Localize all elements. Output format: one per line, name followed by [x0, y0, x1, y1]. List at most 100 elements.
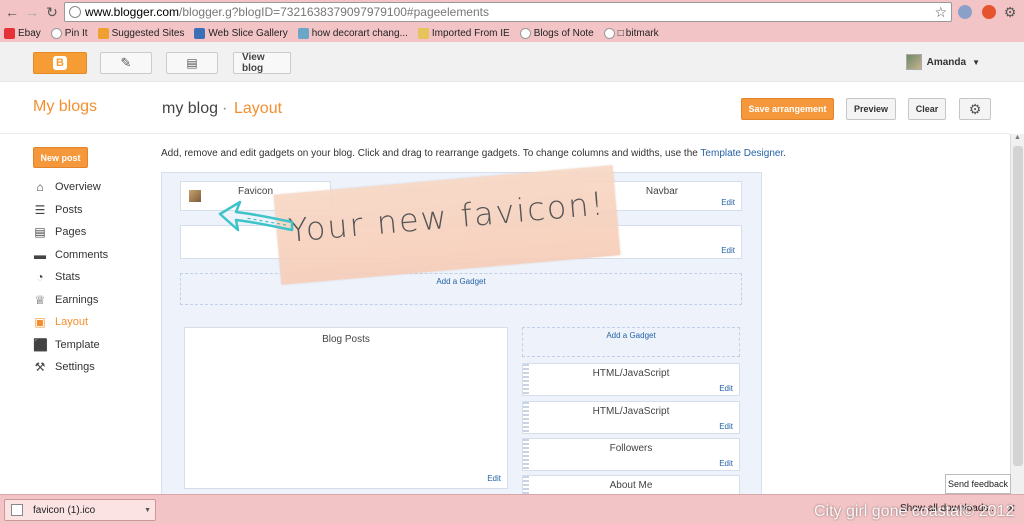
sidebar-item-posts[interactable]: ☰ Posts	[33, 199, 108, 222]
bookmark-bitmark[interactable]: □ bitmark	[603, 27, 659, 39]
bookmark-label: Imported From IE	[431, 27, 510, 39]
my-blogs-link[interactable]: My blogs	[33, 98, 97, 116]
sidebar-item-pages[interactable]: ▤ Pages	[33, 221, 108, 244]
view-blog-button[interactable]: View blog	[233, 52, 291, 74]
edit-link[interactable]: Edit	[721, 198, 735, 207]
sidebar-item-label: Posts	[55, 203, 83, 216]
url-path: /blogger.g?blogID=7321638379097979100#pa…	[179, 5, 489, 19]
bookmark-decorart[interactable]: how decorart chang...	[297, 27, 408, 39]
wrench-icon: ⚒	[34, 360, 46, 375]
edit-link[interactable]: Edit	[719, 422, 733, 431]
add-gadget-link[interactable]: Add a Gadget	[180, 273, 742, 305]
layout-instructions: Add, remove and edit gadgets on your blo…	[161, 148, 786, 159]
stumbleupon-icon[interactable]	[982, 5, 996, 19]
posts-list-button[interactable]: ▤	[166, 52, 218, 74]
posts-icon: ☰	[34, 202, 46, 217]
bookmark-label: Blogs of Note	[533, 27, 594, 39]
address-bar[interactable]: www.blogger.com/blogger.g?blogID=7321638…	[64, 2, 952, 22]
page-header: My blogs my blog · Layout Save arrangeme…	[0, 82, 1010, 134]
send-feedback-button[interactable]: Send feedback	[945, 474, 1011, 494]
gadget-title: HTML/JavaScript	[592, 406, 670, 417]
extension-icon[interactable]	[958, 5, 972, 19]
sidebar-item-earnings[interactable]: ♕ Earnings	[33, 289, 108, 312]
blog-name[interactable]: my blog	[162, 100, 218, 118]
clear-button[interactable]: Clear	[908, 98, 946, 120]
sidebar-item-label: Comments	[55, 248, 109, 261]
pencil-icon: ✎	[120, 55, 132, 70]
bookmark-star-icon[interactable]: ☆	[934, 3, 947, 21]
scroll-up-icon[interactable]: ▲	[1014, 134, 1021, 141]
html-javascript-gadget[interactable]: HTML/JavaScript Edit	[522, 363, 740, 396]
folder-icon	[417, 27, 429, 39]
page-title: Layout	[234, 100, 283, 117]
title-separator: ·	[222, 100, 228, 117]
file-icon	[11, 504, 23, 516]
edit-link[interactable]: Edit	[487, 474, 501, 483]
scrollbar-thumb[interactable]	[1013, 146, 1023, 466]
bookmark-web-slice[interactable]: Web Slice Gallery	[194, 27, 288, 39]
sidebar-item-label: Earnings	[55, 293, 99, 306]
bookmark-ebay[interactable]: Ebay	[4, 27, 41, 39]
pages-icon: ▤	[34, 225, 46, 240]
view-blog-label: View blog	[242, 52, 265, 74]
sidebar-item-layout[interactable]: ▣ Layout	[33, 311, 108, 334]
download-filename: favicon (1).ico	[33, 504, 96, 516]
comments-icon: ▬	[34, 247, 46, 262]
bookmark-blogs-of-note[interactable]: Blogs of Note	[519, 27, 594, 39]
suggested-icon	[97, 27, 109, 39]
sidebar-item-label: Layout	[55, 316, 89, 329]
reload-icon[interactable]: ↻	[44, 4, 60, 20]
followers-gadget[interactable]: Followers Edit	[522, 438, 740, 471]
edit-link[interactable]: Edit	[719, 459, 733, 468]
watermark: City girl gone coastal© 2012	[814, 503, 1015, 520]
bookmark-imported[interactable]: Imported From IE	[417, 27, 510, 39]
sidebar-item-settings[interactable]: ⚒ Settings	[33, 356, 108, 379]
new-post-pencil-button[interactable]: ✎	[100, 52, 152, 74]
sidebar-item-overview[interactable]: ⌂ Overview	[33, 176, 108, 199]
blogger-home-button[interactable]: B	[33, 52, 87, 74]
preview-button[interactable]: Preview	[846, 98, 896, 120]
arrow-icon	[218, 200, 294, 232]
user-menu[interactable]: Amanda ▼	[905, 54, 980, 70]
intro-end: .	[783, 148, 787, 159]
chevron-down-icon: ▼	[972, 57, 980, 67]
download-item[interactable]: favicon (1).ico ▼	[4, 499, 156, 521]
gadget-title: Blog Posts	[322, 334, 370, 345]
save-arrangement-button[interactable]: Save arrangement	[741, 98, 834, 120]
blogger-logo-icon: B	[53, 56, 67, 70]
forward-arrow-icon[interactable]: →	[24, 4, 40, 20]
bookmark-pin-it[interactable]: Pin It	[50, 27, 88, 39]
sidebar-item-stats[interactable]: ◔ Stats	[33, 266, 108, 289]
back-arrow-icon[interactable]: ←	[4, 4, 20, 20]
layout-icon: ▣	[34, 315, 46, 330]
new-post-button[interactable]: New post	[33, 147, 88, 168]
add-gadget-link[interactable]: Add a Gadget	[522, 327, 740, 357]
page-scrollbar[interactable]: ▲	[1010, 134, 1024, 494]
url-host: www.blogger.com	[85, 5, 180, 19]
sidebar-item-label: Template	[55, 338, 100, 351]
edit-link[interactable]: Edit	[719, 384, 733, 393]
pin-icon	[50, 27, 62, 39]
sidebar-item-label: Stats	[55, 271, 81, 284]
webslice-icon	[194, 27, 206, 39]
bookmark-label: how decorart chang...	[311, 27, 408, 39]
gadget-title: HTML/JavaScript	[592, 368, 670, 379]
template-icon: ⬛	[33, 337, 48, 352]
edit-link[interactable]: Edit	[721, 246, 735, 255]
home-icon: ⌂	[36, 180, 44, 195]
chevron-down-icon[interactable]: ▼	[144, 507, 151, 514]
sidebar-item-label: Settings	[55, 361, 95, 374]
ebay-icon	[4, 27, 15, 39]
sidebar-item-template[interactable]: ⬛ Template	[33, 334, 108, 357]
sidebar-nav: ⌂ Overview ☰ Posts ▤ Pages ▬ Comments ◔ Stats…	[33, 176, 108, 379]
gear-icon: ⚙	[968, 100, 982, 117]
blog-posts-gadget[interactable]: Blog Posts Edit	[184, 327, 508, 489]
wrench-menu-icon[interactable]: ⚙	[1002, 4, 1018, 20]
bookmark-suggested-sites[interactable]: Suggested Sites	[97, 27, 184, 39]
settings-button[interactable]: ⚙	[959, 98, 991, 120]
html-javascript-gadget[interactable]: HTML/JavaScript Edit	[522, 401, 740, 434]
bookmark-label: Ebay	[18, 27, 41, 39]
sidebar-item-comments[interactable]: ▬ Comments	[33, 244, 108, 267]
intro-text: Add, remove and edit gadgets on your blo…	[161, 148, 701, 159]
template-designer-link[interactable]: Template Designer	[700, 148, 783, 159]
